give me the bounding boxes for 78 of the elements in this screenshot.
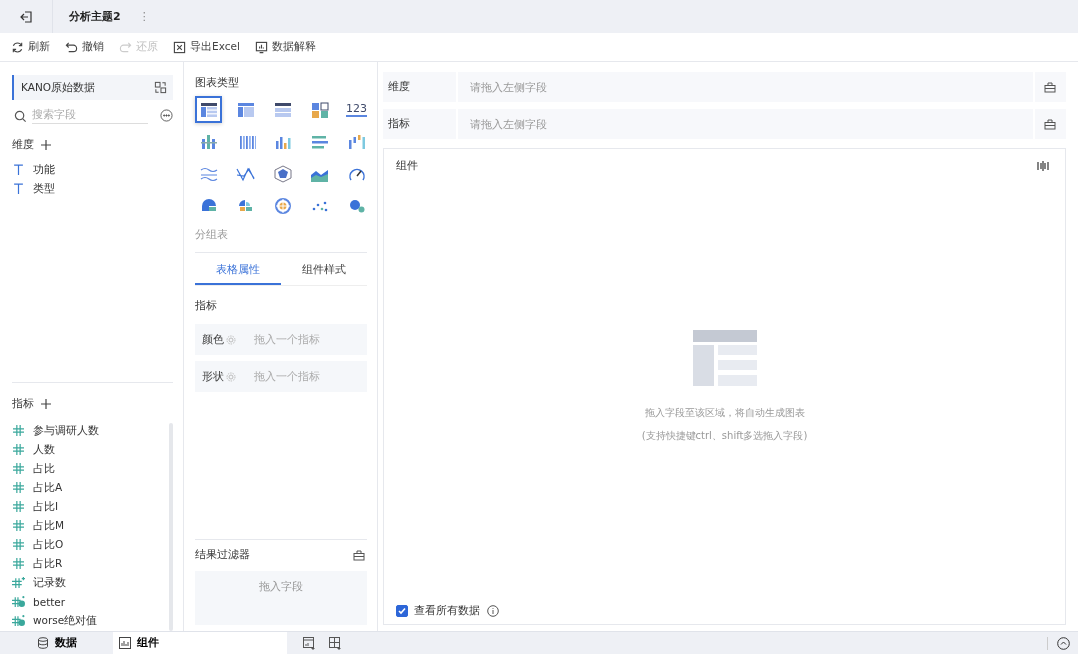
- metric-field[interactable]: 人数: [33, 442, 55, 457]
- sunburst-chart-icon: [272, 196, 293, 215]
- waterfall-chart-icon: [346, 132, 367, 151]
- group-table-chart-icon: [198, 100, 219, 119]
- add-icon[interactable]: [41, 399, 51, 409]
- chart-settings-icon[interactable]: [1037, 160, 1049, 172]
- search-icon[interactable]: [14, 109, 27, 123]
- number-type-icon: [12, 520, 25, 531]
- swap-icon[interactable]: [154, 81, 167, 94]
- more-icon[interactable]: [160, 108, 173, 122]
- toolbar-button[interactable]: 导出Excel: [170, 38, 243, 56]
- count-type-icon: [12, 577, 25, 588]
- metric-field[interactable]: worse绝对值: [33, 613, 98, 628]
- radar-chart-icon: [272, 164, 293, 183]
- tab-title[interactable]: 分析主题2: [69, 9, 121, 24]
- bottom-tab[interactable]: 数据: [0, 632, 113, 654]
- metric-field[interactable]: 记录数: [33, 575, 66, 590]
- add-table-icon[interactable]: [329, 636, 342, 650]
- bar-chart-icon: [119, 637, 131, 649]
- text-type-icon: [12, 164, 25, 175]
- toolbar-button[interactable]: 撤销: [62, 38, 107, 56]
- metric-field[interactable]: 占比I: [33, 499, 59, 514]
- metric-field[interactable]: 参与调研人数: [33, 423, 99, 438]
- section-title: 图表类型: [195, 76, 240, 90]
- search-field[interactable]: 搜索字段: [32, 108, 148, 124]
- section-title: 指标: [195, 299, 218, 313]
- chart-type-option[interactable]: [195, 96, 222, 123]
- section-title: 结果过滤器: [195, 548, 250, 562]
- number-type-icon: [12, 539, 25, 550]
- panel-tab[interactable]: 表格属性: [195, 256, 281, 285]
- number-type-icon: [12, 501, 25, 512]
- panel-tab[interactable]: 组件样式: [281, 256, 367, 285]
- number-type-icon: [12, 482, 25, 493]
- calculated-type-icon: [12, 596, 25, 607]
- exit-icon[interactable]: [19, 9, 33, 24]
- dimension-field[interactable]: 功能: [33, 162, 55, 177]
- chart-type-option[interactable]: 123: [343, 96, 370, 123]
- number-type-icon: [12, 425, 25, 436]
- add-chart-icon[interactable]: [303, 636, 316, 650]
- info-icon[interactable]: [487, 605, 499, 617]
- cross-table-chart-icon: [235, 100, 256, 119]
- empty-hint: 拖入字段至该区域，将自动生成图表: [644, 406, 805, 420]
- number-type-icon: [12, 444, 25, 455]
- metric-field[interactable]: 占比R: [33, 556, 63, 571]
- number-type-icon: [12, 558, 25, 569]
- section-title: 指标: [12, 397, 34, 411]
- redo-icon: [119, 40, 132, 54]
- excel-icon: [173, 40, 186, 54]
- metric-field[interactable]: 占比O: [33, 537, 64, 552]
- metric-field[interactable]: 占比A: [33, 480, 63, 495]
- calculated-type-icon: [12, 615, 25, 626]
- undo-icon: [65, 40, 78, 54]
- shelf-label: 指标: [387, 117, 411, 131]
- toolbar-button[interactable]: 刷新: [8, 38, 53, 56]
- stacked-column-chart-icon: [198, 132, 219, 151]
- shelf-label: 维度: [387, 80, 411, 94]
- section-title: 维度: [12, 138, 34, 152]
- database-icon: [36, 637, 49, 649]
- dimension-field[interactable]: 类型: [33, 181, 55, 196]
- toolbar-button[interactable]: 数据解释: [251, 38, 319, 56]
- multi-chart-icon: [309, 100, 330, 119]
- empty-table-illustration: [692, 330, 757, 386]
- add-icon[interactable]: [41, 140, 51, 150]
- empty-hint: (支持快捷键ctrl、shift多选拖入字段): [641, 429, 808, 443]
- checkbox-label[interactable]: 查看所有数据: [414, 604, 480, 618]
- chart-type-name: 分组表: [195, 228, 229, 242]
- detail-table-chart-icon: [272, 100, 293, 119]
- metric-field[interactable]: better: [33, 595, 66, 608]
- text-type-icon: [12, 183, 25, 194]
- data-source-selector[interactable]: KANO原始数据: [12, 75, 173, 100]
- component-title: 组件: [396, 159, 418, 173]
- metric-field[interactable]: 占比: [33, 461, 55, 476]
- collapse-icon[interactable]: [1057, 636, 1070, 650]
- checkbox[interactable]: [396, 605, 408, 617]
- number-type-icon: [12, 463, 25, 474]
- refresh-icon: [11, 40, 24, 54]
- metric-field[interactable]: 占比M: [33, 518, 65, 533]
- bottom-tab[interactable]: 组件: [113, 632, 287, 654]
